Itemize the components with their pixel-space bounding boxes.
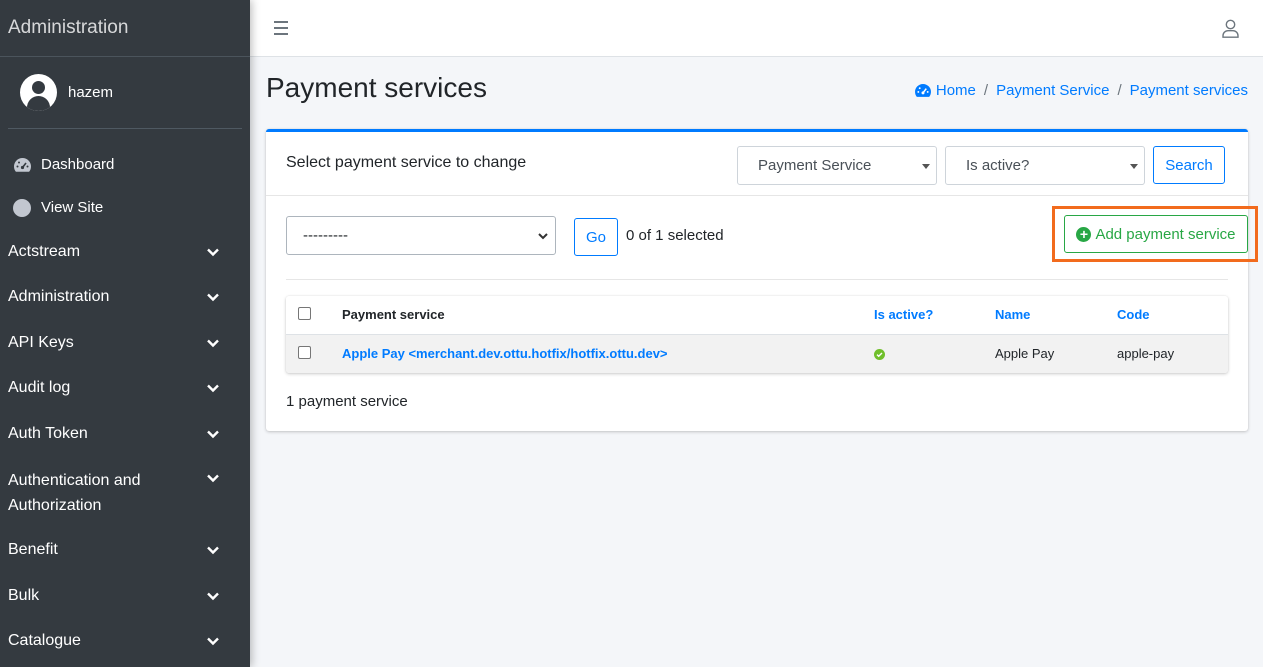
column-code[interactable]: Code [1117,307,1150,322]
code-cell: apple-pay [1117,334,1228,373]
chevron-down-icon [538,233,548,240]
user-icon[interactable] [1222,19,1239,38]
breadcrumb-home[interactable]: Home [914,82,976,99]
chevron-down-icon [207,430,219,438]
highlight-box: + Add payment service [1052,206,1258,262]
action-select-value: --------- [303,227,348,244]
breadcrumb-label: Home [935,82,976,99]
sidebar-item-label: Auth Token [8,424,88,442]
filter-value: Is active? [966,157,1030,174]
chevron-down-icon [207,546,219,555]
chevron-down-icon [207,248,219,256]
sidebar-group-auth-token[interactable]: Auth Token [0,411,250,457]
sidebar-item-label: Dashboard [41,156,115,173]
name-cell: Apple Pay [995,334,1117,373]
sidebar: Administration hazem Dashboard View Site… [0,0,250,667]
result-count: 1 payment service [286,393,408,410]
breadcrumb: Home / Payment Service / Payment service… [914,82,1248,99]
add-button-label: Add payment service [1095,225,1236,243]
topbar [250,0,1263,57]
chevron-down-icon [207,384,219,393]
sidebar-item-label: API Keys [8,333,74,351]
chevron-down-icon [207,293,219,302]
sidebar-item-label: Actstream [8,242,81,260]
sidebar-item-label: Administration [8,288,110,306]
chevron-down-icon [207,637,219,646]
actions-row: --------- Go 0 of 1 selected + Add payme… [286,206,1258,280]
check-circle-icon [874,349,885,361]
sidebar-item-dashboard[interactable]: Dashboard [0,143,250,186]
user-panel: hazem [8,57,242,129]
page-title: Payment services [266,72,487,103]
column-name[interactable]: Name [995,307,1030,322]
payment-service-link[interactable]: Apple Pay <merchant.dev.ottu.hotfix/hotf… [342,346,668,361]
sidebar-group-audit-log[interactable]: Audit log [0,366,250,412]
sidebar-group-administration[interactable]: Administration [0,275,250,321]
sidebar-item-label: Benefit [8,541,58,559]
sidebar-item-label: Catalogue [8,632,81,650]
payment-service-filter[interactable]: Payment Service [737,146,937,185]
sidebar-group-catalogue[interactable]: Catalogue [0,619,250,665]
column-payment-service: Payment service [342,296,874,335]
caret-down-icon [922,164,930,169]
caret-down-icon [1130,164,1138,169]
sidebar-group-authentication[interactable]: Authentication and Authorization [0,457,250,528]
hamburger-icon[interactable] [274,21,288,39]
changelist-card: Select payment service to change Payment… [266,129,1258,431]
sidebar-item-label: Audit log [8,379,71,397]
action-select[interactable]: --------- [286,216,556,255]
filter-value: Payment Service [758,157,872,174]
tachometer-icon [12,155,32,175]
column-is-active[interactable]: Is active? [874,307,933,322]
avatar-icon [20,74,57,111]
selection-counter: 0 of 1 selected [626,227,724,244]
row-select-cell [286,334,342,373]
row-checkbox[interactable] [298,345,311,359]
table-row: Apple Pay <merchant.dev.ottu.hotfix/hotf… [286,334,1228,373]
sidebar-item-label: Authentication and Authorization [8,471,141,514]
table-header-row: Payment service Is active? Name Code [286,296,1228,335]
sidebar-item-label: Bulk [8,586,40,604]
chevron-down-icon [207,474,219,482]
chevron-down-icon [207,592,219,600]
sidebar-group-api-keys[interactable]: API Keys [0,320,250,366]
circle-icon [12,198,32,218]
sidebar-group-actstream[interactable]: Actstream [0,229,250,275]
is-active-filter[interactable]: Is active? [945,146,1145,185]
chevron-down-icon [207,339,219,347]
go-button[interactable]: Go [574,218,618,256]
sidebar-item-view-site[interactable]: View Site [0,186,250,229]
brand-title[interactable]: Administration [0,0,250,57]
user-name[interactable]: hazem [68,84,113,101]
add-payment-service-button[interactable]: + Add payment service [1064,215,1248,253]
results-table: Payment service Is active? Name Code App… [286,296,1228,373]
breadcrumb-payment-services[interactable]: Payment services [1130,82,1248,99]
sidebar-group-bulk[interactable]: Bulk [0,573,250,619]
sidebar-group-benefit[interactable]: Benefit [0,528,250,574]
sidebar-nav: Dashboard View Site Actstream Administra… [0,129,250,664]
breadcrumb-separator: / [1117,82,1122,99]
breadcrumb-payment-service[interactable]: Payment Service [996,82,1109,99]
sidebar-item-label: View Site [41,199,104,216]
card-title: Select payment service to change [286,154,527,171]
select-all-cell [286,296,342,335]
plus-circle-icon: + [1076,226,1092,242]
search-button[interactable]: Search [1153,146,1225,184]
card-header: Select payment service to change Payment… [266,132,1248,196]
tachometer-icon [914,83,931,97]
select-all-checkbox[interactable] [298,306,311,320]
breadcrumb-separator: / [983,82,989,99]
